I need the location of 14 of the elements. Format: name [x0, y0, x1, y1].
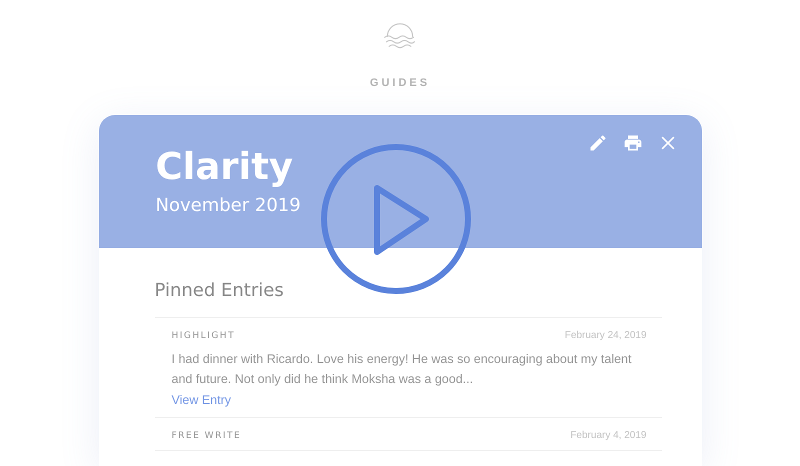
pinned-heading: Pinned Entries: [154, 280, 662, 318]
entry-excerpt: I had dinner with Ricardo. Love his energy! He was so encouraging about my talent and future. Not only did he think Moksha was a good...: [172, 351, 632, 388]
play-icon[interactable]: [320, 143, 472, 295]
view-entry-link[interactable]: View Entry: [172, 393, 232, 407]
guide-date: November 2019: [156, 195, 301, 216]
edit-icon[interactable]: [588, 133, 608, 153]
entry-date: February 24, 2019: [564, 330, 646, 341]
entry-date: February 4, 2019: [570, 430, 646, 441]
guide-title: Clarity: [156, 145, 294, 188]
entry-type: HIGHLIGHT: [172, 330, 236, 340]
entry-type: FREE WRITE: [172, 430, 242, 440]
print-icon[interactable]: [622, 133, 642, 153]
section-title: GUIDES: [370, 77, 430, 89]
sun-waves-logo-icon: [382, 21, 418, 50]
